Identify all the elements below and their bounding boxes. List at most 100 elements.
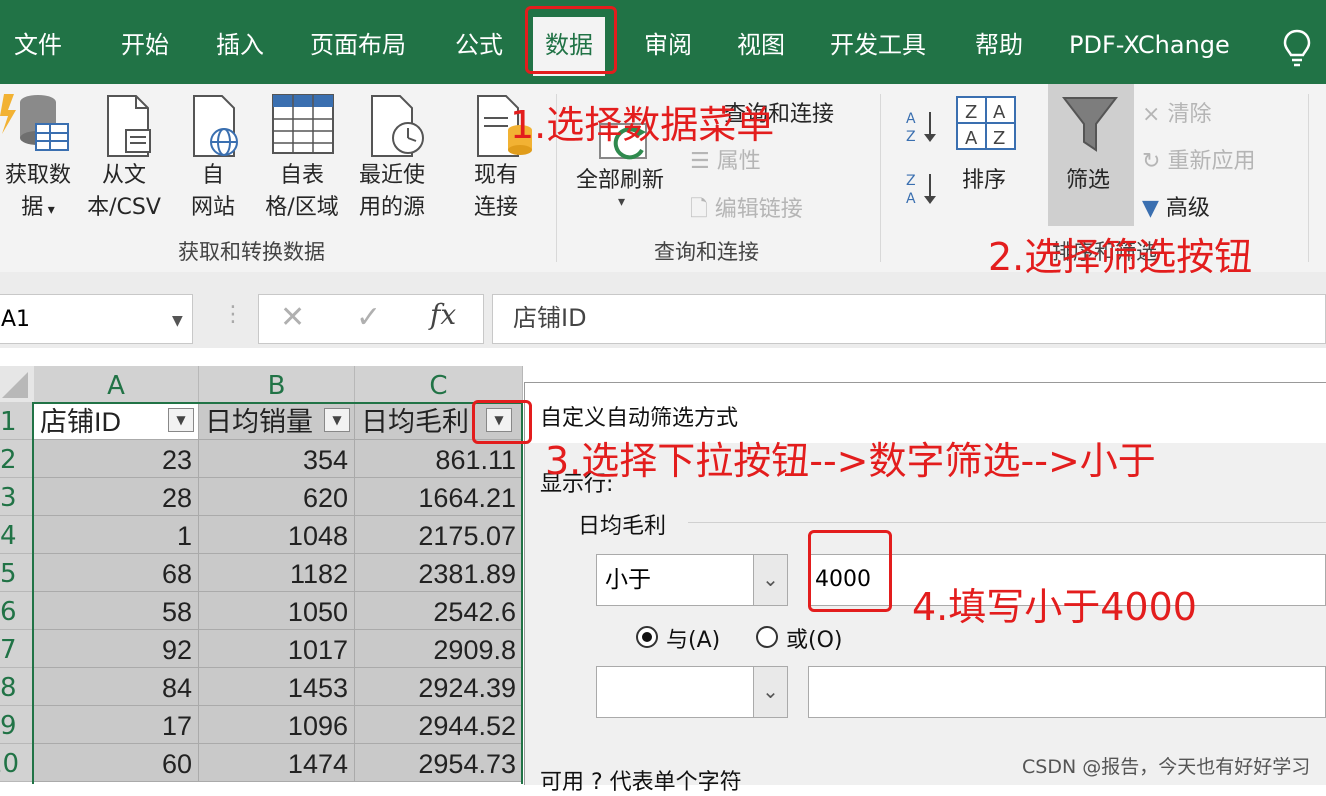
from-text-csv-button[interactable]: 从文 本/CSV [78,160,170,224]
table-cell[interactable]: 354 [199,440,355,478]
column-header-b[interactable]: B [199,366,355,402]
tab-page-layout[interactable]: 页面布局 [310,24,406,66]
clear-label: 清除 [1167,102,1212,127]
column-header-c[interactable]: C [355,366,523,402]
table-cell[interactable]: 2175.07 [355,516,523,554]
group-queries-label: 查询和连接 [654,240,759,264]
row-header[interactable]: 3 [0,478,34,516]
wildcard-hint: 可用 ? 代表单个字符 [540,770,742,795]
existing-connections-button[interactable]: 现有 连接 [460,160,532,224]
row-header[interactable]: 9 [0,706,34,744]
name-box[interactable]: A1 [0,294,193,344]
table-cell[interactable]: 1096 [199,706,355,744]
tab-formulas[interactable]: 公式 [455,24,503,66]
formula-bar-grip[interactable]: ⋮ [222,302,244,327]
svg-text:A: A [906,111,916,127]
or-radio[interactable] [756,626,778,648]
table-cell[interactable]: 23 [34,440,199,478]
table-cell[interactable]: 2954.73 [355,744,523,782]
sort-button[interactable]: 排序 [962,162,1006,194]
refresh-all-button[interactable]: 全部刷新 [576,162,664,194]
advanced-label: 高级 [1165,196,1210,221]
chevron-down-icon[interactable]: ⌄ [753,555,787,605]
operator-value-1: 小于 [605,567,651,593]
table-cell[interactable]: 1453 [199,668,355,706]
operator-select-2[interactable]: ⌄ [596,666,788,718]
text-file-icon [107,95,151,157]
existing-label-1: 现有 [473,163,518,188]
column-header-a[interactable]: A [34,366,199,402]
tab-home[interactable]: 开始 [121,24,169,66]
tab-view[interactable]: 视图 [737,24,785,66]
table-cell[interactable]: 861.11 [355,440,523,478]
row-header[interactable]: 8 [0,668,34,706]
table-cell[interactable]: 2944.52 [355,706,523,744]
table-cell[interactable]: 1664.21 [355,478,523,516]
select-all-triangle-icon [2,372,28,398]
tab-file[interactable]: 文件 [14,24,62,66]
row-header[interactable]: 2 [0,440,34,478]
table-cell[interactable]: 620 [199,478,355,516]
and-radio[interactable] [636,626,658,648]
row-header[interactable]: 5 [0,554,34,592]
edit-links-icon: 🗋 [690,197,715,222]
recent-sources-button[interactable]: 最近使 用的源 [348,160,436,224]
filter-dropdown-button[interactable]: ▼ [168,408,194,432]
tab-pdf-xchange[interactable]: PDF-XChange [1069,24,1230,66]
advanced-filter-button[interactable]: ▼ 高级 [1142,190,1210,222]
tab-review[interactable]: 审阅 [644,24,692,66]
row-header[interactable]: 7 [0,630,34,668]
chevron-down-icon[interactable]: ▾ [618,194,625,210]
table-cell[interactable]: 1017 [199,630,355,668]
row-header[interactable]: 1 [0,402,34,440]
clear-filter-icon: ⨯ [1142,102,1168,127]
table-cell[interactable]: 60 [34,744,199,782]
tab-insert[interactable]: 插入 [216,24,264,66]
field-name-label: 日均毛利 [578,514,667,539]
edit-links-label: 编辑链接 [714,197,803,222]
row-header[interactable]: 6 [0,592,34,630]
properties-icon: ☰ [690,149,717,174]
reapply-button: ↻ 重新应用 [1142,143,1255,175]
svg-text:Z: Z [965,102,977,123]
chevron-down-icon[interactable]: ▼ [172,313,183,329]
lightbulb-icon[interactable] [1282,28,1312,68]
tab-developer[interactable]: 开发工具 [830,24,926,66]
table-cell[interactable]: 1050 [199,592,355,630]
recent-label-2: 用的源 [358,195,425,220]
table-cell[interactable]: 1048 [199,516,355,554]
table-cell[interactable]: 58 [34,592,199,630]
reapply-icon: ↻ [1142,149,1168,174]
table-cell[interactable]: 2381.89 [355,554,523,592]
from-web-label-1: 自 [201,163,224,188]
sort-a-to-z-icon[interactable]: A Z [904,108,938,144]
tab-help[interactable]: 帮助 [975,24,1023,66]
check-icon[interactable]: ✓ [356,300,381,335]
table-cell[interactable]: 17 [34,706,199,744]
operator-select-1[interactable]: 小于 ⌄ [596,554,788,606]
from-web-button[interactable]: 自 网站 [182,160,244,224]
chevron-down-icon[interactable]: ⌄ [753,667,787,717]
from-web-label-2: 网站 [190,195,235,220]
table-cell[interactable]: 2909.8 [355,630,523,668]
table-cell[interactable]: 68 [34,554,199,592]
table-cell[interactable]: 92 [34,630,199,668]
row-header[interactable]: 10 [0,744,34,782]
cancel-icon[interactable]: ✕ [280,300,305,335]
value-input-2[interactable] [808,666,1326,718]
table-cell[interactable]: 1182 [199,554,355,592]
row-header[interactable]: 4 [0,516,34,554]
table-cell[interactable]: 2924.39 [355,668,523,706]
get-data-button[interactable]: 获取数 据 ▾ [0,160,76,226]
table-cell[interactable]: 1 [34,516,199,554]
table-cell[interactable]: 84 [34,668,199,706]
filter-dropdown-button[interactable]: ▼ [324,408,350,432]
formula-input[interactable]: 店铺ID [492,294,1326,344]
insert-function-icon[interactable]: fx [430,298,456,331]
table-cell[interactable]: 2542.6 [355,592,523,630]
from-table-range-button[interactable]: 自表 格/区域 [256,160,348,224]
get-data-label-2: 据 [21,195,44,220]
sort-z-to-a-icon[interactable]: Z A [904,170,938,206]
table-cell[interactable]: 28 [34,478,199,516]
table-cell[interactable]: 1474 [199,744,355,782]
